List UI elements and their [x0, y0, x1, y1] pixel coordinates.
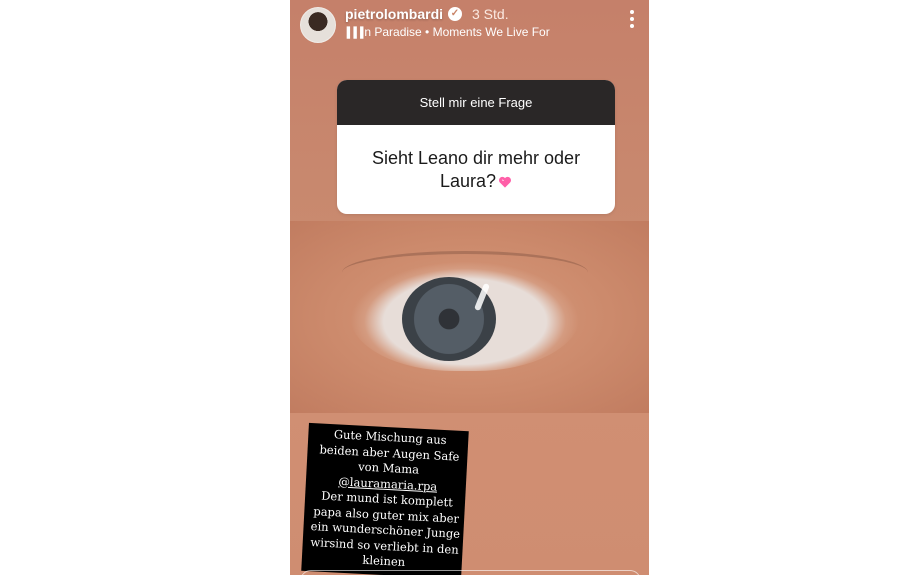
username[interactable]: pietrolombardi: [345, 6, 443, 22]
story-header: pietrolombardi ✓ 3 Std. ▍▍▍In Paradise •…: [290, 0, 649, 48]
music-song: In Paradise: [361, 25, 422, 39]
music-artist: Moments We Live For: [432, 25, 550, 39]
avatar[interactable]: [300, 7, 336, 43]
question-text: Sieht Leano dir mehr oder Laura?: [337, 125, 615, 193]
music-bars-icon: ▍▍▍: [347, 28, 368, 39]
question-label: Sieht Leano dir mehr oder Laura?: [371, 148, 581, 191]
music-info[interactable]: ▍▍▍In Paradise • Moments We Live For: [347, 25, 550, 39]
more-options-icon[interactable]: [629, 10, 635, 30]
pink-heart-icon: [499, 176, 512, 188]
story-viewer[interactable]: pietrolombardi ✓ 3 Std. ▍▍▍In Paradise •…: [290, 0, 649, 575]
reply-input[interactable]: [300, 570, 641, 575]
caption-text: Gute Mischung aus beiden aber Augen Safe…: [298, 426, 475, 574]
post-time: 3 Std.: [472, 6, 509, 22]
eye-photo: [290, 221, 649, 413]
question-sticker: Stell mir eine Frage Sieht Leano dir meh…: [337, 80, 615, 214]
verified-badge-icon: ✓: [448, 7, 462, 21]
question-sticker-header: Stell mir eine Frage: [337, 80, 615, 125]
music-separator: •: [421, 25, 433, 39]
